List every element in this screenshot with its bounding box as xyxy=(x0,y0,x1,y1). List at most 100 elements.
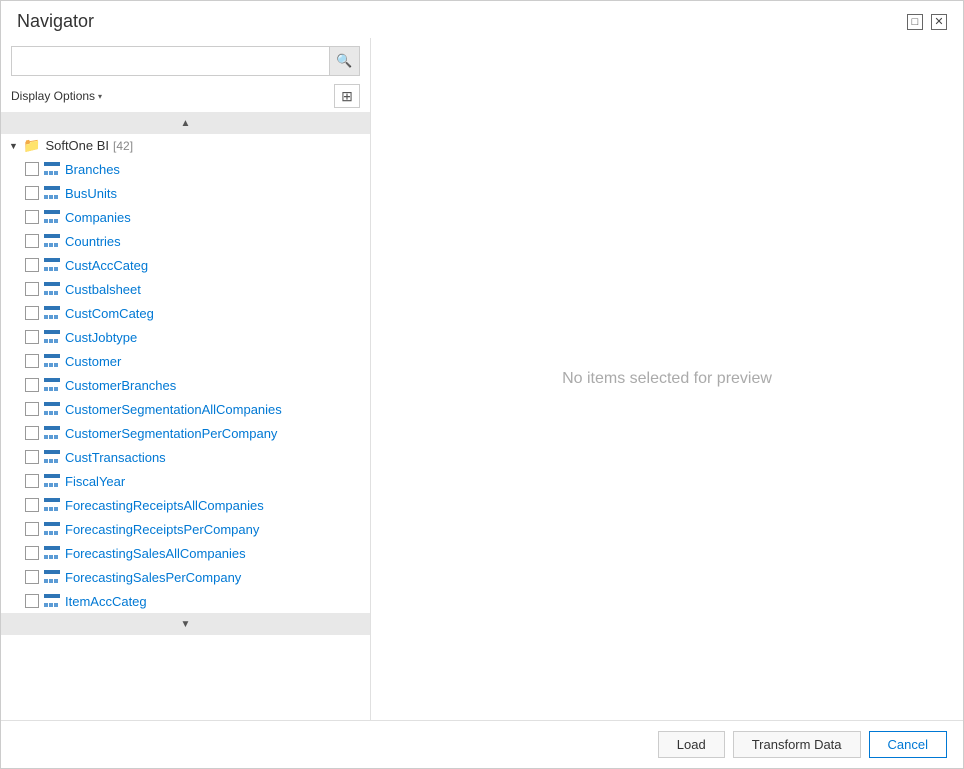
right-panel: No items selected for preview xyxy=(371,38,963,720)
tree-item[interactable]: Customer xyxy=(1,349,370,373)
preview-icon: ⊞ xyxy=(341,88,353,105)
item-label: Companies xyxy=(65,210,131,225)
display-options-button[interactable]: Display Options ▾ xyxy=(11,89,102,103)
no-preview-message: No items selected for preview xyxy=(562,370,772,388)
search-bar: 🔍 xyxy=(11,46,360,76)
item-label: Branches xyxy=(65,162,120,177)
item-checkbox[interactable] xyxy=(25,546,39,560)
tree-item[interactable]: Branches xyxy=(1,157,370,181)
item-label: ForecastingReceiptsPerCompany xyxy=(65,522,259,537)
table-icon xyxy=(44,474,60,488)
item-checkbox[interactable] xyxy=(25,330,39,344)
folder-icon: 📁 xyxy=(23,137,40,154)
toolbar: Display Options ▾ ⊞ xyxy=(1,80,370,112)
tree-item[interactable]: Custbalsheet xyxy=(1,277,370,301)
tree-item[interactable]: CustComCateg xyxy=(1,301,370,325)
scroll-down-button[interactable]: ▼ xyxy=(1,613,370,635)
scroll-up-button[interactable]: ▲ xyxy=(1,112,370,134)
tree-item[interactable]: FiscalYear xyxy=(1,469,370,493)
table-icon xyxy=(44,282,60,296)
left-panel: 🔍 Display Options ▾ ⊞ ▲ ▼ xyxy=(1,38,371,720)
item-checkbox[interactable] xyxy=(25,162,39,176)
item-label: BusUnits xyxy=(65,186,117,201)
search-input[interactable] xyxy=(12,50,329,73)
display-options-arrow-icon: ▾ xyxy=(98,92,102,101)
table-icon xyxy=(44,426,60,440)
table-icon xyxy=(44,306,60,320)
table-icon xyxy=(44,234,60,248)
tree-item[interactable]: CustTransactions xyxy=(1,445,370,469)
tree-item[interactable]: Countries xyxy=(1,229,370,253)
item-checkbox[interactable] xyxy=(25,234,39,248)
navigator-window: Navigator □ ✕ 🔍 Display Options ▾ xyxy=(0,0,964,769)
table-icon xyxy=(44,162,60,176)
item-checkbox[interactable] xyxy=(25,570,39,584)
table-icon xyxy=(44,210,60,224)
item-label: CustomerBranches xyxy=(65,378,176,393)
tree-item[interactable]: CustomerSegmentationAllCompanies xyxy=(1,397,370,421)
table-icon xyxy=(44,450,60,464)
item-label: CustomerSegmentationPerCompany xyxy=(65,426,277,441)
item-label: ForecastingSalesPerCompany xyxy=(65,570,241,585)
footer: Load Transform Data Cancel xyxy=(1,720,963,768)
item-label: ForecastingReceiptsAllCompanies xyxy=(65,498,264,513)
item-checkbox[interactable] xyxy=(25,282,39,296)
tree-item[interactable]: ForecastingReceiptsAllCompanies xyxy=(1,493,370,517)
tree-items-container: Branches BusUnits Companies Countries CustAc… xyxy=(1,157,370,613)
item-checkbox[interactable] xyxy=(25,210,39,224)
table-icon xyxy=(44,570,60,584)
tree-item[interactable]: CustAccCateg xyxy=(1,253,370,277)
tree-item[interactable]: BusUnits xyxy=(1,181,370,205)
root-label: SoftOne BI xyxy=(45,138,109,153)
table-icon xyxy=(44,378,60,392)
search-icon: 🔍 xyxy=(336,53,352,69)
item-checkbox[interactable] xyxy=(25,450,39,464)
display-options-label: Display Options xyxy=(11,89,95,103)
table-icon xyxy=(44,354,60,368)
restore-button[interactable]: □ xyxy=(907,14,923,30)
tree-item[interactable]: CustomerBranches xyxy=(1,373,370,397)
item-checkbox[interactable] xyxy=(25,378,39,392)
item-label: Countries xyxy=(65,234,121,249)
item-checkbox[interactable] xyxy=(25,354,39,368)
item-label: CustJobtype xyxy=(65,330,137,345)
collapse-arrow-icon: ▼ xyxy=(9,141,19,151)
table-icon xyxy=(44,522,60,536)
tree-item[interactable]: Companies xyxy=(1,205,370,229)
title-bar-controls: □ ✕ xyxy=(907,14,947,30)
table-icon xyxy=(44,186,60,200)
search-button[interactable]: 🔍 xyxy=(329,47,359,75)
tree-item[interactable]: ForecastingSalesAllCompanies xyxy=(1,541,370,565)
item-checkbox[interactable] xyxy=(25,258,39,272)
close-button[interactable]: ✕ xyxy=(931,14,947,30)
tree-item[interactable]: ItemAccCateg xyxy=(1,589,370,613)
item-checkbox[interactable] xyxy=(25,498,39,512)
tree-item[interactable]: ForecastingReceiptsPerCompany xyxy=(1,517,370,541)
table-icon xyxy=(44,594,60,608)
load-button[interactable]: Load xyxy=(658,731,725,758)
preview-toggle-button[interactable]: ⊞ xyxy=(334,84,360,108)
item-checkbox[interactable] xyxy=(25,402,39,416)
table-icon xyxy=(44,498,60,512)
tree-item[interactable]: CustomerSegmentationPerCompany xyxy=(1,421,370,445)
item-label: CustComCateg xyxy=(65,306,154,321)
tree-item[interactable]: ForecastingSalesPerCompany xyxy=(1,565,370,589)
root-count: [42] xyxy=(113,139,133,153)
item-checkbox[interactable] xyxy=(25,474,39,488)
item-checkbox[interactable] xyxy=(25,594,39,608)
transform-data-button[interactable]: Transform Data xyxy=(733,731,861,758)
item-checkbox[interactable] xyxy=(25,426,39,440)
item-checkbox[interactable] xyxy=(25,186,39,200)
item-label: ItemAccCateg xyxy=(65,594,147,609)
cancel-button[interactable]: Cancel xyxy=(869,731,947,758)
tree-area[interactable]: ▲ ▼ 📁 SoftOne BI [42] Branches BusUnits Co… xyxy=(1,112,370,720)
window-title: Navigator xyxy=(17,11,94,32)
item-checkbox[interactable] xyxy=(25,522,39,536)
item-checkbox[interactable] xyxy=(25,306,39,320)
title-bar: Navigator □ ✕ xyxy=(1,1,963,38)
item-label: CustAccCateg xyxy=(65,258,148,273)
item-label: CustTransactions xyxy=(65,450,166,465)
tree-item[interactable]: CustJobtype xyxy=(1,325,370,349)
item-label: FiscalYear xyxy=(65,474,125,489)
tree-root-node[interactable]: ▼ 📁 SoftOne BI [42] xyxy=(1,134,370,157)
